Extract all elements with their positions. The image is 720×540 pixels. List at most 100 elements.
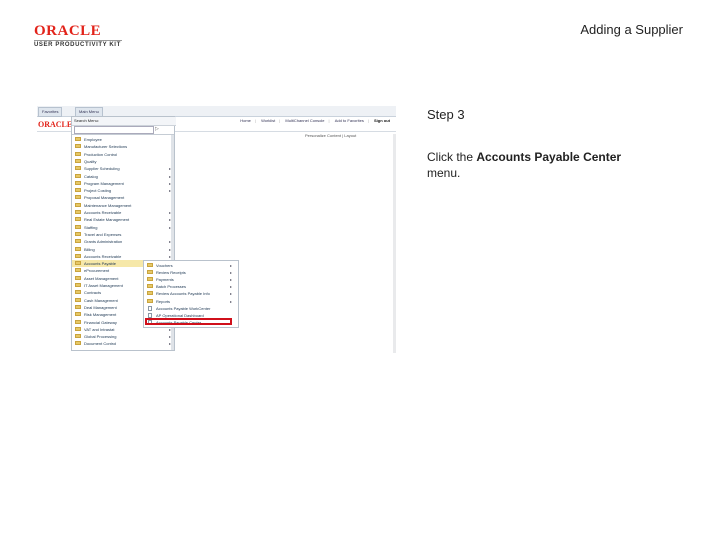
chevron-right-icon: ▸ <box>169 188 172 194</box>
menu-item[interactable]: Travel and Expenses <box>72 231 171 238</box>
folder-icon <box>75 334 81 339</box>
folder-icon <box>75 341 81 346</box>
menu-item[interactable]: Supplier Scheduling ▸ <box>72 165 171 172</box>
link-separator: | <box>367 118 369 123</box>
menu-item[interactable]: Billing ▸ <box>72 246 171 253</box>
menu-item-label: Grants Administration <box>84 239 123 245</box>
menu-item[interactable]: Staffing ▸ <box>72 224 171 231</box>
menu-item[interactable]: Manufacturer Selections <box>72 143 171 150</box>
app-screenshot: Favorites Main Menu ORACLE Home | Worklis… <box>37 106 396 353</box>
folder-icon <box>75 275 81 280</box>
link-home[interactable]: Home <box>240 118 251 123</box>
folder-icon <box>75 151 81 156</box>
menu-item[interactable]: Global Processing ▸ <box>72 333 171 340</box>
chevron-right-icon: ▸ <box>230 298 233 304</box>
chevron-right-icon: ▸ <box>169 246 172 252</box>
instruction-target: Accounts Payable Center <box>476 150 622 164</box>
submenu-item[interactable]: Reports ▸ <box>144 298 238 305</box>
menu-item-label: Staffing <box>84 224 98 230</box>
folder-icon <box>75 180 81 185</box>
personalize-links[interactable]: Personalize Content | Layout <box>305 133 356 138</box>
menu-item-label: Billing <box>84 246 95 252</box>
link-add-to-favorites[interactable]: Add to Favorites <box>335 118 364 123</box>
folder-icon <box>75 210 81 214</box>
menu-item[interactable]: Catalog ▸ <box>72 173 171 180</box>
folder-icon <box>75 173 81 178</box>
menu-item[interactable]: Maintenance Management <box>72 202 171 209</box>
menu-item[interactable]: Real Estate Management ▸ <box>72 216 171 223</box>
menu-item[interactable]: Proposal Management <box>72 194 171 201</box>
page-icon <box>148 305 152 311</box>
menu-item-label: Global Processing <box>84 334 117 340</box>
menu-search-input[interactable] <box>74 126 154 134</box>
submenu-item-label: Reports <box>156 298 171 304</box>
chevron-right-icon: ▸ <box>230 291 233 297</box>
menu-item[interactable]: Grants Administration ▸ <box>72 238 171 245</box>
folder-icon <box>75 312 81 317</box>
menu-item-label: Deal Management <box>84 304 117 310</box>
tab-favorites[interactable]: Favorites <box>38 107 63 117</box>
folder-icon <box>75 231 81 236</box>
menu-item-label: Financial Gateway <box>84 319 117 325</box>
menu-item-label: Travel and Expenses <box>84 231 122 237</box>
search-go-icon[interactable]: ▷ <box>155 126 159 133</box>
chevron-right-icon: ▸ <box>169 239 172 245</box>
submenu-item[interactable]: Batch Processes ▸ <box>144 283 238 290</box>
folder-icon <box>75 319 81 324</box>
folder-icon <box>75 304 81 309</box>
folder-icon <box>147 298 153 303</box>
menu-item-label: Program Management <box>84 180 124 186</box>
folder-icon <box>147 291 153 296</box>
menu-item-label: Production Control <box>84 151 118 157</box>
menu-item[interactable]: Production Control <box>72 151 171 158</box>
link-worklist[interactable]: Worklist <box>261 118 275 123</box>
menu-item[interactable]: Document Control ▸ <box>72 340 171 347</box>
page-scrollbar[interactable] <box>393 134 396 353</box>
menu-item[interactable]: Accounts Receivable ▸ <box>72 209 171 216</box>
menu-item[interactable]: Quality <box>72 158 171 165</box>
page-icon <box>148 312 152 318</box>
chevron-right-icon: ▸ <box>230 270 233 276</box>
logo-divider <box>34 40 122 41</box>
submenu-item[interactable]: Accounts Payable WorkCenter <box>144 305 238 312</box>
menu-item-label: Real Estate Management <box>84 217 130 223</box>
link-multichannel-console[interactable]: MultiChannel Console <box>285 118 324 123</box>
submenu-item[interactable]: Payments ▸ <box>144 276 238 283</box>
menu-item[interactable]: Project Costing ▸ <box>72 187 171 194</box>
folder-icon <box>75 283 81 287</box>
menu-item[interactable]: Accounts Receivable ▸ <box>72 253 171 260</box>
brand-logo: ORACLE <box>38 120 73 129</box>
submenu-item[interactable]: Review Accounts Payable Info ▸ <box>144 290 238 297</box>
submenu-item[interactable]: Vouchers ▸ <box>144 262 238 269</box>
oracle-upk-logo: ORACLE USER PRODUCTIVITY KIT <box>34 24 134 48</box>
folder-icon <box>75 239 81 244</box>
document-title: Adding a Supplier <box>580 22 683 37</box>
submenu-item-label: Review Receipts <box>156 270 186 276</box>
folder-icon <box>75 188 81 193</box>
folder-icon <box>75 246 81 251</box>
chevron-right-icon: ▸ <box>169 217 172 223</box>
chevron-right-icon: ▸ <box>169 334 172 340</box>
chevron-right-icon: ▸ <box>169 210 172 215</box>
instruction-text-before: Click the <box>427 150 477 164</box>
menu-item-label: Risk Management <box>84 312 117 318</box>
menu-item-label: IT Asset Management <box>84 283 123 288</box>
menu-item[interactable]: Employee <box>72 136 171 143</box>
menu-item-label: Project Costing <box>84 188 112 194</box>
folder-icon <box>75 290 81 295</box>
folder-icon <box>147 270 153 275</box>
folder-icon <box>75 217 81 222</box>
folder-icon <box>75 144 81 149</box>
link-sign-out[interactable]: Sign out <box>374 118 390 123</box>
submenu-item[interactable]: Review Receipts ▸ <box>144 269 238 276</box>
menu-item[interactable]: Program Management ▸ <box>72 180 171 187</box>
chevron-right-icon: ▸ <box>169 173 172 179</box>
chevron-right-icon: ▸ <box>169 166 172 172</box>
menu-item-label: Contracts <box>84 290 102 296</box>
submenu-item-label: Vouchers <box>156 263 173 268</box>
logo-oracle-text: ORACLE <box>34 23 102 39</box>
chevron-right-icon: ▸ <box>169 341 172 347</box>
chevron-right-icon: ▸ <box>230 284 233 290</box>
folder-icon <box>147 277 153 282</box>
highlight-box <box>145 318 232 325</box>
